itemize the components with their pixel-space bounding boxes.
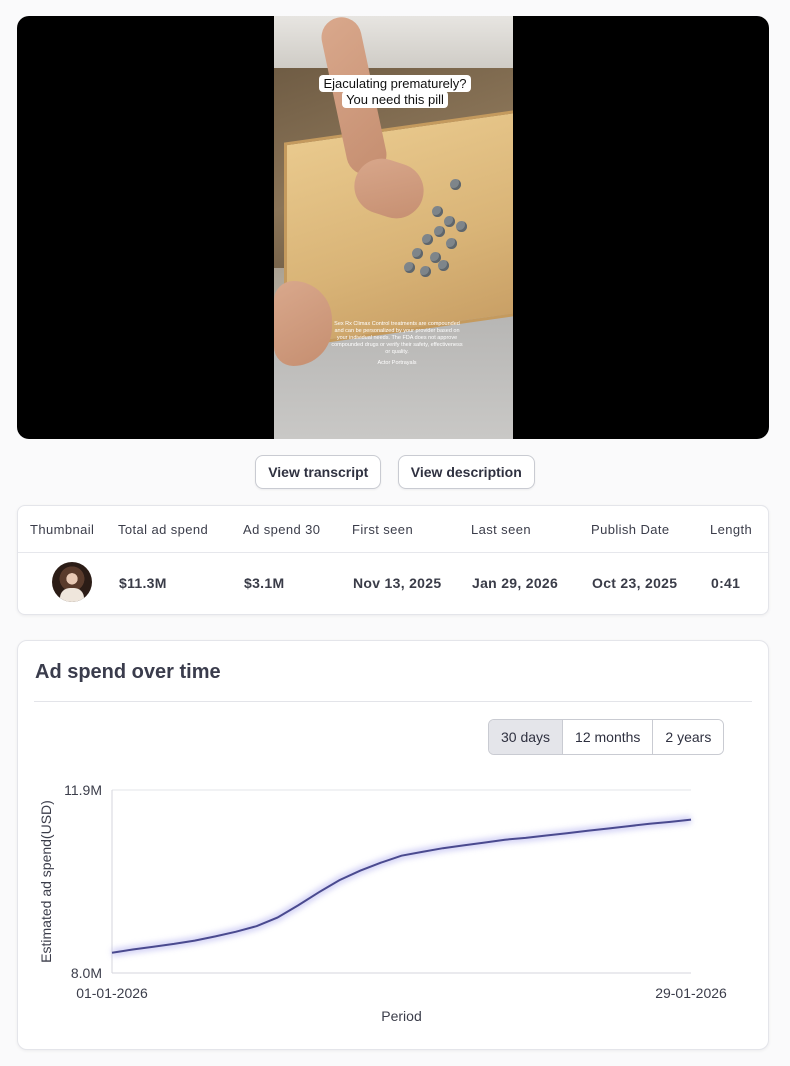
video-player[interactable]: Ejaculating prematurely? You need this p… (17, 16, 769, 439)
pill (412, 248, 423, 259)
ad-spend-line-chart: 11.9M 8.0M 01-01-2026 29-01-2026 Period Estim… (38, 782, 727, 1024)
last-seen-value: Jan 29, 2026 (472, 575, 559, 591)
video-caption: Ejaculating prematurely? You need this p… (315, 75, 475, 108)
pill (422, 234, 433, 245)
header-thumbnail: Thumbnail (30, 522, 95, 537)
pill (446, 238, 457, 249)
pill (420, 266, 431, 277)
first-seen-value: Nov 13, 2025 (353, 575, 442, 591)
length-value: 0:41 (711, 575, 741, 591)
header-length: Length (710, 522, 753, 537)
pill (434, 226, 445, 237)
table-header: Thumbnail Total ad spend Ad spend 30 Fir… (18, 506, 768, 553)
ad-stats-table: Thumbnail Total ad spend Ad spend 30 Fir… (17, 505, 769, 615)
y-tick-label-max: 11.9M (64, 782, 102, 798)
header-total-ad-spend: Total ad spend (118, 522, 209, 537)
header-publish-date: Publish Date (591, 522, 670, 537)
countertop (274, 16, 513, 68)
ad-thumbnail-avatar[interactable] (52, 562, 92, 602)
pill (456, 221, 467, 232)
x-axis-label: Period (381, 1008, 421, 1024)
pill (438, 260, 449, 271)
header-ad-spend-30: Ad spend 30 (243, 522, 321, 537)
pill (404, 262, 415, 273)
disclaimer-byline: Actor Portrayals (377, 360, 417, 366)
pill (444, 216, 455, 227)
series-line-glow (111, 815, 692, 957)
header-first-seen: First seen (352, 522, 414, 537)
view-transcript-button[interactable]: View transcript (255, 455, 382, 489)
header-last-seen: Last seen (471, 522, 531, 537)
ad-spend-chart-card: Ad spend over time 30 days 12 months 2 y… (17, 640, 769, 1050)
view-description-button[interactable]: View description (397, 455, 535, 489)
y-tick-label-min: 8.0M (71, 965, 102, 981)
y-axis-label: Estimated ad spend(USD) (38, 800, 54, 963)
caption-line-1: Ejaculating prematurely? (319, 75, 471, 92)
x-tick-label-end: 29-01-2026 (655, 985, 727, 1001)
x-tick-label-start: 01-01-2026 (76, 985, 148, 1001)
video-disclaimer: Sex Rx Climax Control treatments are com… (329, 321, 465, 367)
disclaimer-text: Sex Rx Climax Control treatments are com… (331, 321, 463, 355)
publish-date-value: Oct 23, 2025 (592, 575, 678, 591)
pill (432, 206, 443, 217)
video-actions: View transcript View description (0, 455, 790, 489)
total-ad-spend-value: $11.3M (119, 575, 167, 591)
series-line (111, 818, 692, 954)
pill (450, 179, 461, 190)
ad-spend-30-value: $3.1M (244, 575, 285, 591)
caption-line-2: You need this pill (342, 91, 448, 108)
